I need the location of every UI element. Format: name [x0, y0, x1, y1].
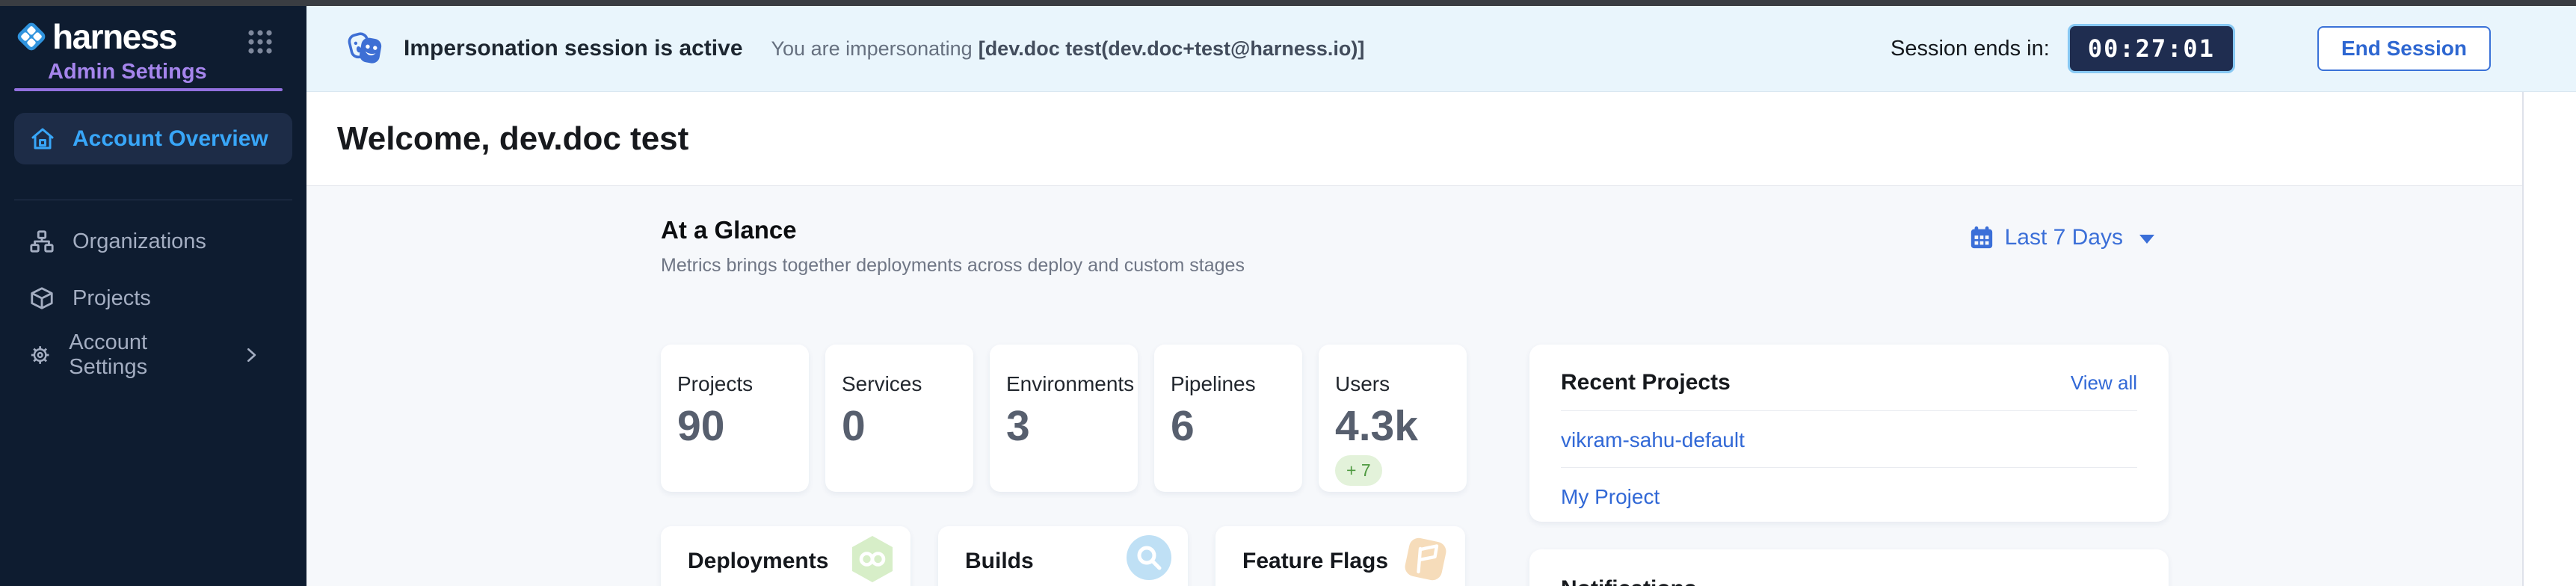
recent-projects-panel: Recent Projects View all vikram-sahu-def… [1529, 345, 2169, 522]
sidebar-item-label: Account Settings [69, 330, 209, 380]
session-ends-label: Session ends in: [1891, 37, 2050, 61]
stat-value: 0 [842, 405, 966, 448]
sidebar-item-projects[interactable]: Projects [0, 270, 306, 327]
recent-projects-title: Recent Projects [1561, 370, 1731, 395]
date-filter-label: Last 7 Days [2005, 225, 2123, 250]
stat-card-pipelines[interactable]: Pipelines 6 [1154, 345, 1302, 492]
module-title: Builds [965, 549, 1034, 586]
cube-icon [29, 286, 55, 311]
users-delta-badge: + 7 [1335, 455, 1382, 486]
impersonating-prefix: You are impersonating [771, 37, 973, 60]
page-title: Welcome, dev.doc test [337, 120, 688, 158]
module-title: Deployments [688, 549, 828, 586]
stat-card-projects[interactable]: Projects 90 [661, 345, 809, 492]
sidebar-accent-underline [14, 88, 283, 91]
stat-label: Pipelines [1171, 372, 1295, 396]
modules-row: Deployments Builds [661, 526, 1465, 586]
project-link-my-project[interactable]: My Project [1561, 468, 2137, 524]
banner-subtitle: You are impersonating [dev.doc test(dev.d… [771, 37, 1365, 61]
module-title: Feature Flags [1242, 549, 1388, 586]
at-a-glance-header: At a Glance Metrics brings together depl… [661, 216, 1245, 277]
calendar-icon [1969, 225, 1994, 250]
content-area: At a Glance Metrics brings together depl… [306, 186, 2576, 586]
main-column: Impersonation session is active You are … [306, 6, 2576, 586]
deployments-icon [849, 534, 896, 585]
sidebar-item-organizations[interactable]: Organizations [0, 213, 306, 270]
welcome-strip: Welcome, dev.doc test [306, 92, 2576, 186]
gear-icon [29, 342, 51, 368]
module-card-deployments[interactable]: Deployments [661, 526, 910, 586]
stat-value: 6 [1171, 405, 1295, 448]
home-icon [29, 126, 56, 152]
right-side-strip [2522, 92, 2576, 586]
stat-label: Projects [677, 372, 801, 396]
org-chart-icon [29, 229, 55, 254]
project-link-vikram-sahu-default[interactable]: vikram-sahu-default [1561, 411, 2137, 467]
builds-icon [1125, 534, 1173, 582]
date-range-filter[interactable]: Last 7 Days [1969, 225, 2154, 250]
sidebar-subtitle: Admin Settings [48, 60, 306, 84]
app-screen: harness Admin Settings [0, 0, 2576, 586]
at-a-glance-subtitle: Metrics brings together deployments acro… [661, 255, 1245, 277]
stat-value: 90 [677, 405, 801, 448]
end-session-button[interactable]: End Session [2317, 26, 2491, 71]
notifications-title: Notifications [1561, 576, 1697, 586]
sidebar-item-account-settings[interactable]: Account Settings [0, 327, 306, 383]
banner-title: Impersonation session is active [404, 36, 743, 61]
feature-flags-icon [1401, 534, 1450, 585]
stat-label: Services [842, 372, 966, 396]
app-grid-icon[interactable] [245, 27, 275, 61]
sidebar-nav: Account Overview Organizations [0, 92, 306, 383]
window-top-strip [0, 0, 2576, 6]
impersonation-banner: Impersonation session is active You are … [306, 6, 2576, 92]
stat-card-users[interactable]: Users 4.3k + 7 [1319, 345, 1467, 492]
stats-row: Projects 90 Services 0 Environments 3 Pi… [661, 345, 1467, 492]
sidebar-item-account-overview[interactable]: Account Overview [14, 113, 292, 164]
notifications-panel: Notifications [1529, 549, 2169, 586]
at-a-glance-title: At a Glance [661, 216, 1245, 244]
stat-value: 3 [1006, 405, 1130, 448]
sidebar-header: harness Admin Settings [0, 6, 306, 92]
stat-card-services[interactable]: Services 0 [825, 345, 973, 492]
session-timer: 00:27:01 [2068, 24, 2235, 73]
impersonating-target: [dev.doc test(dev.doc+test@harness.io)] [979, 37, 1365, 60]
sidebar-item-label: Organizations [73, 229, 206, 254]
stat-card-environments[interactable]: Environments 3 [990, 345, 1138, 492]
chevron-right-icon [245, 345, 258, 366]
stat-value: 4.3k [1335, 405, 1459, 448]
sidebar: harness Admin Settings [0, 6, 306, 586]
module-card-feature-flags[interactable]: Feature Flags [1215, 526, 1465, 586]
sidebar-item-label: Account Overview [73, 126, 268, 152]
recent-projects-header: Recent Projects View all [1561, 370, 2137, 395]
brand-name: harness [52, 16, 176, 57]
module-card-builds[interactable]: Builds [938, 526, 1188, 586]
stat-label: Users [1335, 372, 1459, 396]
theater-masks-icon [347, 31, 384, 66]
sidebar-item-label: Projects [73, 286, 151, 311]
stat-label: Environments [1006, 372, 1130, 396]
app-body: harness Admin Settings [0, 6, 2576, 586]
view-all-link[interactable]: View all [2071, 371, 2137, 395]
chevron-down-icon [2139, 235, 2154, 244]
harness-logo-icon [15, 20, 48, 53]
